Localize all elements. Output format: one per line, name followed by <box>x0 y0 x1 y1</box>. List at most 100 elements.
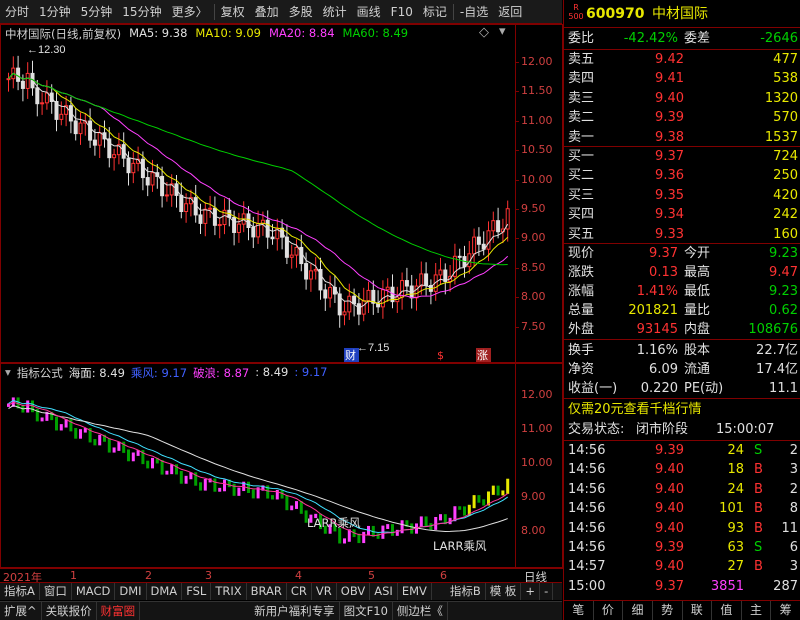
indicator-tab[interactable]: EMV <box>398 583 432 600</box>
promo-text[interactable]: 仅需20元查看千档行情 <box>568 400 702 419</box>
indicator-tab[interactable]: TRIX <box>211 583 247 600</box>
indicator-bar <box>184 475 188 484</box>
indicator-tab[interactable]: DMI <box>115 583 147 600</box>
tick-direction: B <box>754 462 763 478</box>
order-book-row: 卖二 9.39 570 <box>564 108 800 127</box>
tick-price: 9.39 <box>655 443 684 458</box>
toolbar-button[interactable]: 15分钟 <box>117 1 166 23</box>
panel-tab[interactable]: 势 <box>653 601 683 620</box>
toolbar-button[interactable]: 返回 <box>493 1 527 23</box>
stat-label: 最低 <box>684 284 711 299</box>
status-tab[interactable]: 新用户福利专享 <box>250 602 340 620</box>
indicator-bar <box>386 524 390 529</box>
event-marker[interactable]: $ <box>437 349 444 362</box>
panel-tab[interactable]: 主 <box>742 601 772 620</box>
indicator-chart[interactable]: ▾ 指标公式 海面: 8.49 乘风: 9.17 破浪: 8.87: 8.49: 9… <box>0 363 563 568</box>
indicator-tab[interactable]: BRAR <box>247 583 287 600</box>
indicator-tab[interactable]: 指标A <box>0 583 40 600</box>
candle <box>419 261 424 295</box>
indicator-tab[interactable]: OBV <box>337 583 371 600</box>
toolbar-button[interactable]: 5分钟 <box>76 1 118 23</box>
toolbar-button[interactable]: 1分钟 <box>34 1 76 23</box>
indicator-bar <box>506 478 510 494</box>
toolbar-separator <box>213 3 215 20</box>
trade-status-row: 交易状态: 闭市阶段 15:00:07 <box>564 420 800 439</box>
candle <box>424 262 429 296</box>
toolbar-button[interactable]: -自选 <box>455 1 493 23</box>
event-marker[interactable]: 涨 <box>477 349 488 362</box>
stat-value: 9.23 <box>769 284 798 299</box>
level-label: 买一 <box>568 149 595 164</box>
tick-mark <box>515 238 519 240</box>
panel-tab[interactable]: 筹 <box>771 601 800 620</box>
toolbar-button[interactable]: 统计 <box>318 1 352 23</box>
tick-volume: 3851 <box>710 578 744 594</box>
candle <box>342 300 347 326</box>
indicator-tab[interactable]: DMA <box>147 583 183 600</box>
toolbar-button[interactable]: 画线 <box>352 1 386 23</box>
indicator-bar <box>179 471 183 484</box>
indicator-bar <box>391 524 394 536</box>
tick-time: 14:56 <box>568 481 606 497</box>
order-book-row: 卖四 9.41 538 <box>564 69 800 88</box>
panel-tab[interactable]: 价 <box>594 601 624 620</box>
candle <box>179 182 184 219</box>
main-kline-chart[interactable]: 中材国际(日线,前复权) MA5: 9.38 MA10: 9.09 MA20: 8.… <box>0 24 563 363</box>
event-marker[interactable]: 财 <box>345 348 356 362</box>
candle <box>54 91 59 132</box>
month-tick: 6 <box>440 569 447 582</box>
indicator-tab[interactable]: CR <box>287 583 312 600</box>
indicator-tab[interactable]: 窗口 <box>40 583 72 600</box>
tick-time: 15:00 <box>568 578 606 594</box>
candle <box>227 198 232 227</box>
panel-tab[interactable]: 值 <box>712 601 742 620</box>
kline-plot: ←12.30 ←7.15财 $ 涨 <box>6 44 510 362</box>
tick-time: 14:57 <box>568 559 606 575</box>
level-price: 9.40 <box>655 90 684 106</box>
indicator-tab[interactable]: VR <box>312 583 337 600</box>
tick-mark <box>515 209 519 210</box>
status-tab[interactable]: 侧边栏《 <box>393 602 448 620</box>
indicator-tab[interactable]: FSL <box>182 583 212 600</box>
panel-tab[interactable]: 笔 <box>564 601 594 620</box>
period-toolbar: 分时 1分钟 5分钟 15分钟 更多〉 复权 叠加 多股 统计 画线 F10 标记 -自选 返回 <box>0 0 562 24</box>
indicator-tab[interactable]: 指标B <box>446 583 486 600</box>
tick-count: 2 <box>789 481 798 497</box>
status-tab[interactable]: 扩展^ <box>0 602 42 620</box>
candle <box>404 267 409 294</box>
candle <box>366 281 371 314</box>
toolbar-button[interactable]: 标记 <box>418 1 452 23</box>
status-tab[interactable]: 关联报价 <box>42 602 97 620</box>
tick-mark <box>515 297 519 299</box>
promo-banner[interactable]: 仅需20元查看千档行情 <box>564 400 800 419</box>
indicator-tab[interactable]: + <box>521 583 541 600</box>
toolbar-button[interactable]: 多股 <box>284 1 318 23</box>
indicator-tab[interactable]: MACD <box>72 583 116 600</box>
panel-tab[interactable]: 细 <box>623 601 653 620</box>
wei-cha-value: -2646 <box>760 31 798 46</box>
indicator-tab[interactable]: ASI <box>370 583 398 600</box>
status-tab[interactable]: 图文F10 <box>340 602 393 620</box>
toolbar-button[interactable]: 叠加 <box>250 1 284 23</box>
stat-label: 现价 <box>568 246 595 261</box>
tick-count: 2 <box>789 443 798 458</box>
indicator-tab[interactable]: - <box>540 583 554 600</box>
ma-line <box>8 405 508 532</box>
candle <box>6 72 11 92</box>
panel-tab[interactable]: 联 <box>683 601 713 620</box>
toolbar-button[interactable]: F10 <box>386 1 418 23</box>
tick-count: 8 <box>789 501 798 517</box>
tick-mark <box>515 91 519 93</box>
indicator-bar <box>439 514 442 521</box>
indicator-bar <box>160 460 164 475</box>
indicator-tab[interactable]: 模 板 <box>486 583 522 600</box>
order-book-row: 买五 9.33 160 <box>564 225 800 244</box>
toolbar-button[interactable]: 更多〉 <box>167 1 213 23</box>
indicator-bar <box>213 478 217 492</box>
trade-tick-row: 14:56 9.40 101 B 8 <box>564 499 800 518</box>
toolbar-button[interactable]: 分时 <box>0 1 34 23</box>
status-tab[interactable]: 财富圈 <box>97 602 141 620</box>
indicator-bar <box>295 501 298 509</box>
price-tick: 10.00 <box>521 172 553 186</box>
toolbar-button[interactable]: 复权 <box>216 1 250 23</box>
